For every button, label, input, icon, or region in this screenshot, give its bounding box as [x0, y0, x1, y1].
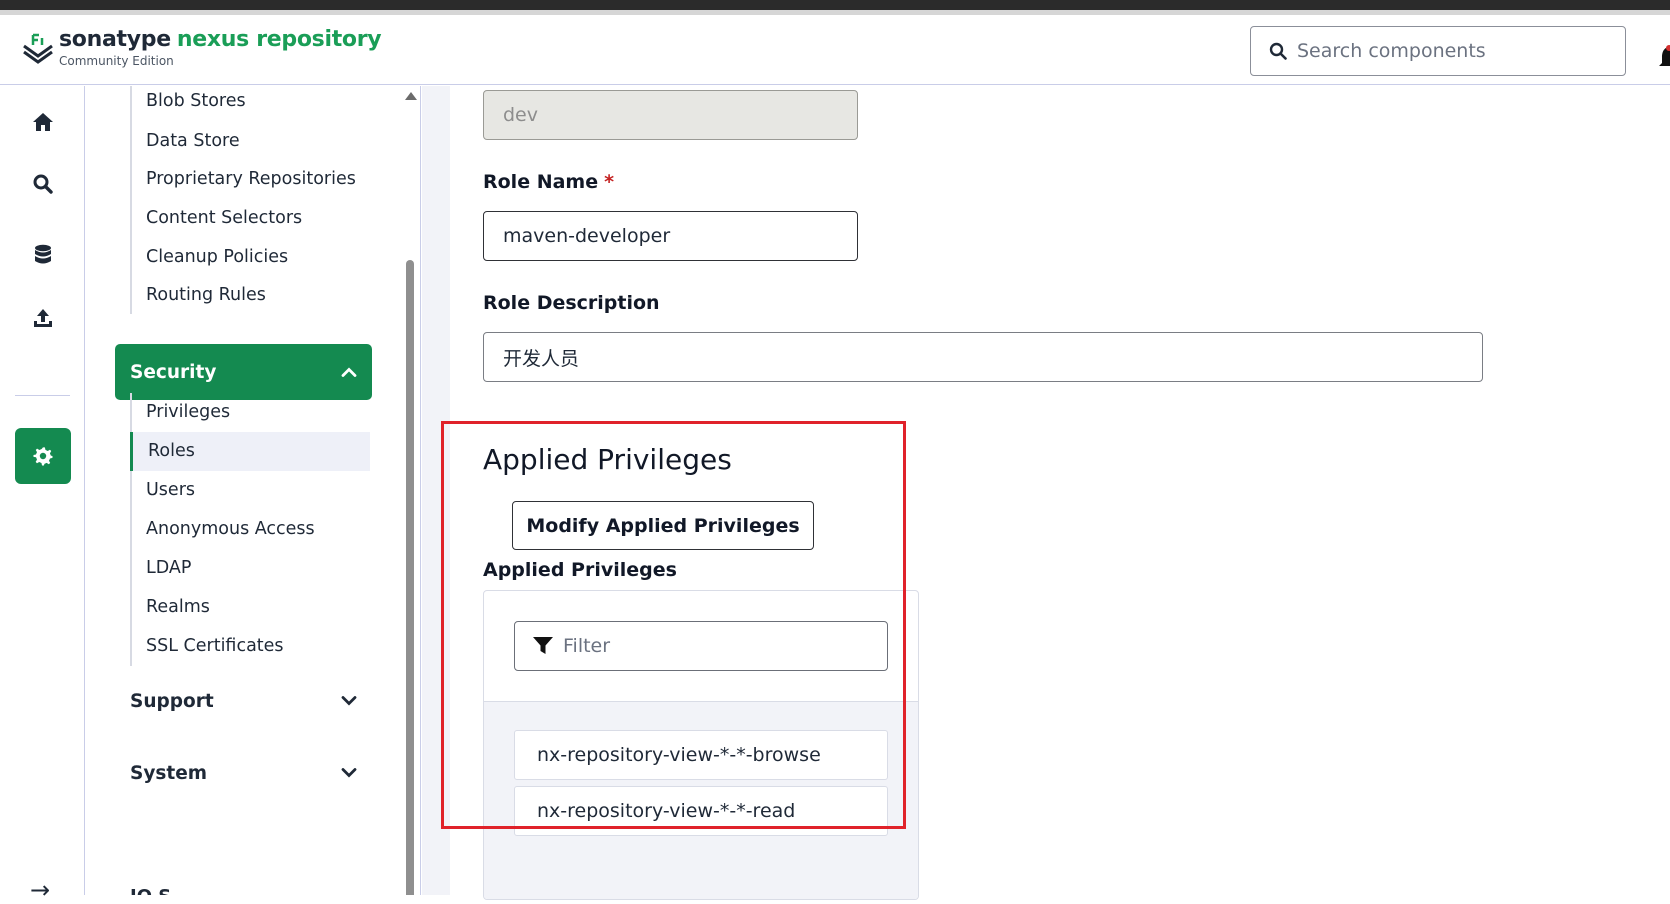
sidebar-item-routing-rules[interactable]: Routing Rules [132, 276, 356, 314]
primary-nav-rail: → [0, 86, 85, 904]
applied-privileges-heading: Applied Privileges [483, 443, 732, 476]
sonatype-logo-icon [23, 33, 53, 64]
admin-sidebar: Blob Stores Data Store Proprietary Repos… [86, 86, 421, 895]
search-input[interactable] [1297, 40, 1597, 62]
role-description-label: Role Description [483, 292, 660, 314]
search-box[interactable] [1250, 26, 1626, 76]
sidebar-group-system[interactable]: System [115, 751, 372, 795]
list-item[interactable]: nx-repository-view-*-*-browse [514, 730, 888, 780]
role-name-label-text: Role Name [483, 171, 599, 193]
applied-privileges-panel: nx-repository-view-*-*-browse nx-reposit… [483, 590, 919, 900]
security-subnav: Privileges Roles Users Anonymous Access … [130, 393, 370, 666]
sidebar-item-proprietary-repositories[interactable]: Proprietary Repositories [132, 160, 356, 199]
gear-icon [33, 447, 53, 466]
role-name-input[interactable]: maven-developer [483, 211, 858, 261]
sidebar-scrollbar[interactable] [403, 86, 417, 895]
search-icon[interactable] [31, 172, 55, 196]
sidebar-group-security[interactable]: Security [115, 344, 372, 400]
sidebar-group-iq-partial[interactable]: IQ S [130, 886, 171, 895]
sidebar-group-system-label: System [130, 762, 208, 784]
modify-applied-privileges-button[interactable]: Modify Applied Privileges [512, 501, 814, 550]
sidebar-group-support[interactable]: Support [115, 679, 372, 723]
sidebar-item-realms[interactable]: Realms [132, 588, 370, 627]
home-icon[interactable] [31, 110, 55, 134]
role-id-field: dev [483, 90, 858, 140]
filter-input[interactable] [563, 635, 863, 657]
applied-privileges-list: nx-repository-view-*-*-browse nx-reposit… [484, 701, 918, 899]
app-header: sonatype nexus repository Community Editi… [0, 15, 1670, 85]
scrollbar-thumb[interactable] [406, 260, 414, 895]
scroll-up-arrow-icon[interactable] [405, 92, 417, 100]
role-name-label: Role Name * [483, 171, 614, 193]
role-description-input[interactable]: 开发人员 [483, 332, 1483, 382]
sidebar-item-users[interactable]: Users [132, 471, 370, 510]
chevron-down-icon [341, 696, 357, 706]
sidebar-group-support-label: Support [130, 690, 214, 712]
edition-label: Community Edition [59, 54, 174, 68]
administration-button[interactable] [15, 428, 71, 484]
privilege-filter[interactable] [514, 621, 888, 671]
sidebar-group-security-label: Security [130, 361, 217, 383]
browser-top-strip [0, 0, 1670, 15]
sidebar-item-roles[interactable]: Roles [130, 432, 370, 471]
brand-name-part1: sonatype [59, 27, 171, 52]
sidebar-item-ssl-certificates[interactable]: SSL Certificates [132, 627, 370, 666]
sidebar-item-blob-stores[interactable]: Blob Stores [132, 86, 356, 122]
brand-name-part2: nexus repository [176, 27, 382, 52]
sidebar-item-content-selectors[interactable]: Content Selectors [132, 199, 356, 238]
sidebar-item-data-store[interactable]: Data Store [132, 122, 356, 160]
notification-bell-icon[interactable] [1654, 39, 1670, 75]
chevron-up-icon [341, 367, 357, 377]
filter-icon [533, 637, 553, 654]
applied-privileges-label: Applied Privileges [483, 559, 677, 581]
sidebar-item-privileges[interactable]: Privileges [132, 393, 370, 432]
search-icon [1269, 42, 1287, 60]
repository-subnav: Blob Stores Data Store Proprietary Repos… [130, 86, 356, 314]
database-icon[interactable] [31, 243, 55, 267]
sidebar-item-anonymous-access[interactable]: Anonymous Access [132, 510, 370, 549]
required-asterisk: * [604, 171, 615, 193]
list-item[interactable]: nx-repository-view-*-*-read [514, 786, 888, 836]
upload-icon[interactable] [31, 306, 55, 330]
brand-name: sonatype nexus repository [59, 27, 382, 52]
sidebar-item-cleanup-policies[interactable]: Cleanup Policies [132, 238, 356, 276]
sidebar-item-ldap[interactable]: LDAP [132, 549, 370, 588]
content-gutter [422, 86, 450, 895]
role-edit-form: dev Role Name * maven-developer Role Desc… [450, 86, 1670, 900]
collapse-nav-arrow-icon[interactable]: → [30, 876, 50, 904]
chevron-down-icon [341, 768, 357, 778]
rail-divider [15, 395, 70, 396]
